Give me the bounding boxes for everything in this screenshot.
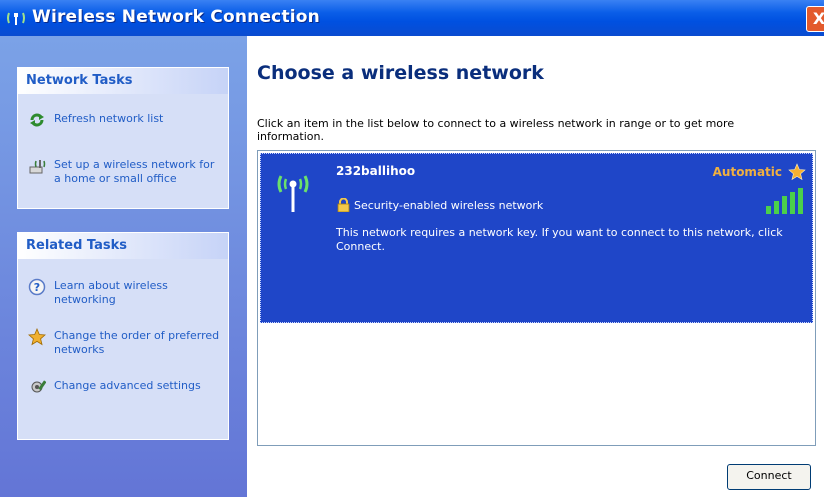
preferred-star-icon xyxy=(788,163,806,181)
security-label: Security-enabled wireless network xyxy=(354,199,544,212)
window-title: Wireless Network Connection xyxy=(32,7,320,27)
related-tasks-heading[interactable]: Related Tasks xyxy=(18,233,228,259)
task-sidebar: Network Tasks Refresh network list Set u… xyxy=(0,36,247,497)
page-description: Click an item in the list below to conne… xyxy=(257,117,735,143)
task-refresh-network-list[interactable]: Refresh network list xyxy=(28,112,222,129)
page-title: Choose a wireless network xyxy=(257,62,544,84)
setup-network-icon xyxy=(29,160,46,174)
network-name: 232ballihoo xyxy=(336,164,416,178)
network-item-232ballihoo[interactable]: 232ballihoo Automatic Security-enabled w… xyxy=(260,153,813,323)
svg-text:?: ? xyxy=(34,281,40,294)
task-setup-wireless-network[interactable]: Set up a wireless network for a home or … xyxy=(28,158,222,186)
settings-icon xyxy=(31,380,46,393)
network-list[interactable]: 232ballihoo Automatic Security-enabled w… xyxy=(257,150,816,446)
network-tasks-panel: Network Tasks Refresh network list Set u… xyxy=(17,67,229,209)
help-icon: ? xyxy=(28,278,46,296)
main-content: Choose a wireless network Click an item … xyxy=(247,36,824,497)
wireless-connection-window: Wireless Network Connection X Network Ta… xyxy=(0,0,824,497)
network-message: This network requires a network key. If … xyxy=(336,226,783,253)
refresh-icon xyxy=(30,113,44,127)
task-learn-about-wireless[interactable]: ? Learn about wireless networking xyxy=(28,278,222,307)
wireless-icon xyxy=(7,12,25,25)
task-label: Change advanced settings xyxy=(54,379,201,392)
wireless-signal-icon xyxy=(277,175,309,212)
title-bar[interactable]: Wireless Network Connection X xyxy=(0,0,824,36)
star-icon xyxy=(28,328,46,346)
related-tasks-panel: Related Tasks ? Learn about wireless net… xyxy=(17,232,229,440)
network-tasks-heading[interactable]: Network Tasks xyxy=(18,68,228,94)
signal-strength-icon xyxy=(766,188,803,214)
network-status: Automatic xyxy=(712,165,782,179)
task-label: Learn about wireless networking xyxy=(54,279,168,306)
task-change-advanced-settings[interactable]: Change advanced settings xyxy=(28,379,222,396)
task-label: Refresh network list xyxy=(54,112,164,125)
lock-icon xyxy=(337,198,350,212)
connect-button[interactable]: Connect xyxy=(727,464,811,490)
close-button[interactable]: X xyxy=(806,6,824,32)
task-change-preferred-order[interactable]: Change the order of preferred networks xyxy=(28,328,222,357)
task-label: Set up a wireless network for a home or … xyxy=(54,158,215,185)
task-label: Change the order of preferred networks xyxy=(54,329,220,356)
